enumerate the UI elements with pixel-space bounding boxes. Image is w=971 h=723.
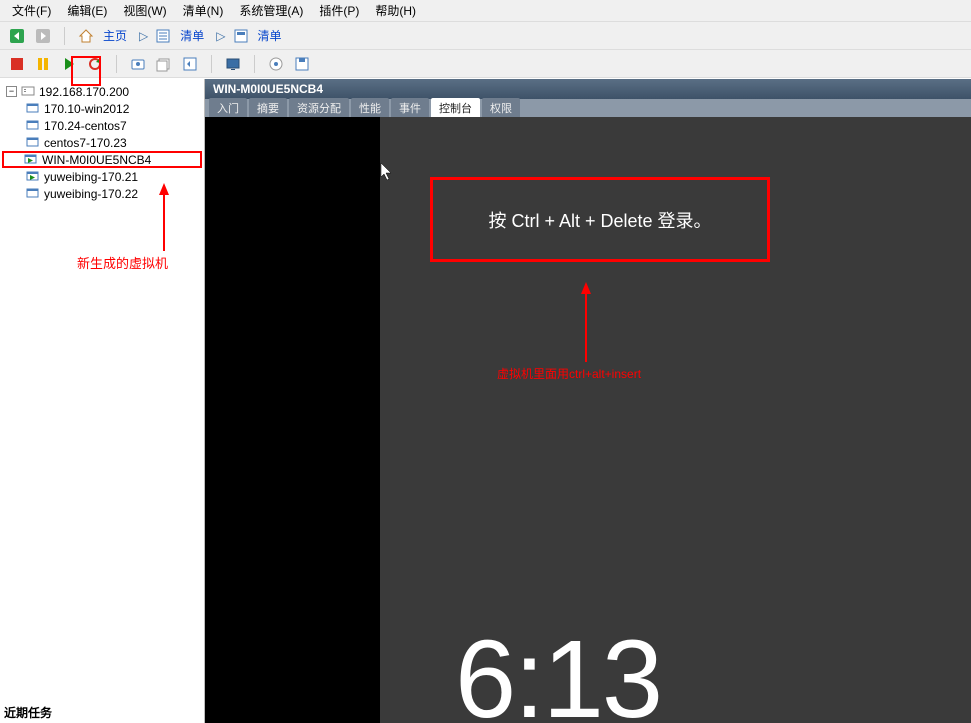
tree-vm-label: 170.24-centos7 — [44, 119, 127, 133]
tree-vm-row[interactable]: yuweibing-170.21 — [2, 168, 202, 185]
separator — [116, 55, 117, 73]
tree-vm-label: centos7-170.23 — [44, 136, 127, 150]
tab-events[interactable]: 事件 — [391, 98, 429, 117]
lock-screen-clock: 6:13 — [455, 616, 661, 723]
back-button[interactable] — [6, 25, 28, 47]
console-button[interactable] — [222, 53, 244, 75]
tab-performance[interactable]: 性能 — [351, 98, 389, 117]
inventory-link-2[interactable]: 清单 — [258, 27, 282, 44]
main-panel: WIN-M0I0UE5NCB4 入门 摘要 资源分配 性能 事件 控制台 权限 … — [205, 79, 971, 723]
annotation-text-2: 虚拟机里面用ctrl+alt+insert — [497, 365, 641, 382]
tree-host-label: 192.168.170.200 — [39, 85, 129, 99]
tree-vm-row[interactable]: centos7-170.23 — [2, 134, 202, 151]
login-prompt-box: 按 Ctrl + Alt + Delete 登录。 — [430, 177, 770, 262]
menu-admin[interactable]: 系统管理(A) — [231, 0, 311, 21]
tab-bar: 入门 摘要 资源分配 性能 事件 控制台 权限 — [205, 99, 971, 117]
home-icon[interactable] — [75, 25, 97, 47]
home-link[interactable]: 主页 — [103, 27, 127, 44]
inventory-link-1[interactable]: 清单 — [180, 27, 204, 44]
menu-inventory[interactable]: 清单(N) — [175, 0, 232, 21]
tab-permissions[interactable]: 权限 — [482, 98, 520, 117]
menu-file[interactable]: 文件(F) — [4, 0, 59, 21]
tree-vm-label: yuweibing-170.22 — [44, 187, 138, 201]
host-icon — [21, 85, 35, 98]
tab-console[interactable]: 控制台 — [431, 98, 480, 117]
vm-icon — [26, 102, 40, 115]
reset-button[interactable] — [84, 53, 106, 75]
collapse-icon[interactable]: − — [6, 86, 17, 97]
cd-connect-button[interactable] — [265, 53, 287, 75]
toolbar-actions — [0, 50, 971, 78]
vm-running-icon — [26, 170, 40, 183]
vm-running-icon — [24, 153, 38, 166]
breadcrumb-arrow-icon: ▷ — [139, 29, 148, 43]
tree-vm-row[interactable]: 170.10-win2012 — [2, 100, 202, 117]
guest-screen[interactable]: 按 Ctrl + Alt + Delete 登录。 6:13 — [380, 117, 971, 723]
revert-button[interactable] — [179, 53, 201, 75]
vm-title: WIN-M0I0UE5NCB4 — [213, 82, 323, 96]
vm-icon — [26, 119, 40, 132]
inventory-icon-2[interactable] — [230, 25, 252, 47]
work-area: − 192.168.170.200 170.10-win2012 170.24-… — [0, 78, 971, 723]
inventory-tree[interactable]: − 192.168.170.200 170.10-win2012 170.24-… — [0, 79, 205, 723]
floppy-connect-button[interactable] — [291, 53, 313, 75]
tree-host-row[interactable]: − 192.168.170.200 — [2, 83, 202, 100]
tree-vm-label: 170.10-win2012 — [44, 102, 129, 116]
tree-vm-row[interactable]: yuweibing-170.22 — [2, 185, 202, 202]
vm-icon — [26, 136, 40, 149]
stop-button[interactable] — [6, 53, 28, 75]
vm-title-bar: WIN-M0I0UE5NCB4 — [205, 79, 971, 99]
vm-icon — [26, 187, 40, 200]
menu-help[interactable]: 帮助(H) — [367, 0, 424, 21]
snapshot-manager-button[interactable] — [153, 53, 175, 75]
annotation-text-1: 新生成的虚拟机 — [77, 253, 168, 272]
play-button[interactable] — [58, 53, 80, 75]
menu-bar: 文件(F) 编辑(E) 视图(W) 清单(N) 系统管理(A) 插件(P) 帮助… — [0, 0, 971, 22]
separator — [254, 55, 255, 73]
login-prompt-text: 按 Ctrl + Alt + Delete 登录。 — [488, 207, 711, 233]
menu-view[interactable]: 视图(W) — [115, 0, 174, 21]
menu-edit[interactable]: 编辑(E) — [59, 0, 115, 21]
tree-vm-row[interactable]: 170.24-centos7 — [2, 117, 202, 134]
menu-plugin[interactable]: 插件(P) — [311, 0, 367, 21]
snapshot-button[interactable] — [127, 53, 149, 75]
separator — [64, 27, 65, 45]
tree-vm-label: yuweibing-170.21 — [44, 170, 138, 184]
forward-button[interactable] — [32, 25, 54, 47]
tab-getting-started[interactable]: 入门 — [209, 98, 247, 117]
inventory-icon[interactable] — [152, 25, 174, 47]
console-black-bar — [205, 117, 380, 723]
pause-button[interactable] — [32, 53, 54, 75]
cursor-icon — [380, 162, 394, 187]
tree-vm-row-selected[interactable]: WIN-M0I0UE5NCB4 — [2, 151, 202, 168]
toolbar-navigation: 主页 ▷ 清单 ▷ 清单 — [0, 22, 971, 50]
separator — [211, 55, 212, 73]
breadcrumb-arrow-icon: ▷ — [216, 29, 225, 43]
tab-summary[interactable]: 摘要 — [249, 98, 287, 117]
console-view[interactable]: 按 Ctrl + Alt + Delete 登录。 6:13 — [205, 117, 971, 723]
tree-vm-label: WIN-M0I0UE5NCB4 — [42, 153, 151, 167]
tab-resource[interactable]: 资源分配 — [289, 98, 349, 117]
status-bar: 近期任务 — [0, 702, 56, 723]
